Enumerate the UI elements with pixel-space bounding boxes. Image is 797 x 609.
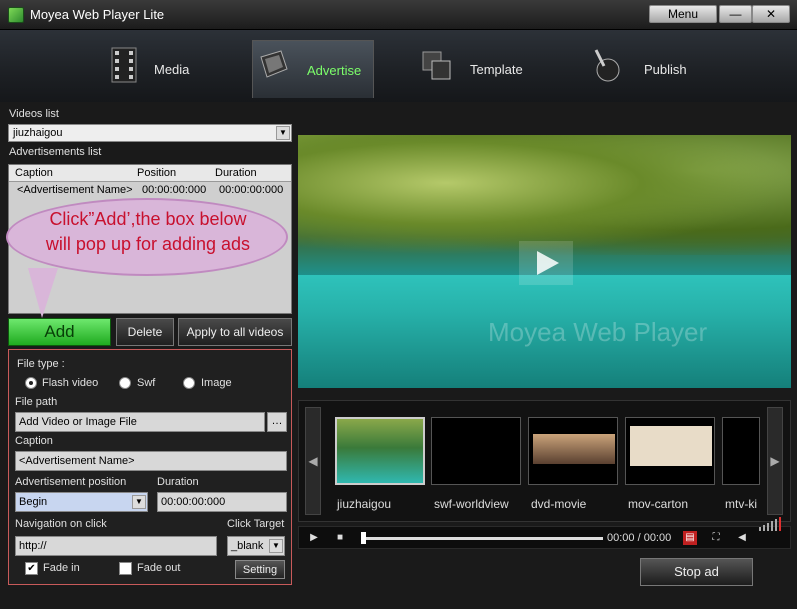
fade-in-label: Fade in (43, 562, 80, 574)
radio-flash-video-label: Flash video (42, 377, 99, 389)
caption-label: Caption (15, 435, 53, 447)
player-controls: ▶ ■ 00:00 / 00:00 ▤ ⛶ ◀ (298, 517, 791, 549)
thumb-label: jiuzhaigou (337, 497, 392, 511)
file-type-label: File type : (17, 358, 65, 370)
thumb-swf-worldview[interactable] (431, 417, 521, 485)
thumb-label: mtv-ki (725, 497, 757, 511)
video-frame-foliage (298, 135, 791, 255)
setting-button[interactable]: Setting (235, 560, 285, 579)
apply-all-button[interactable]: Apply to all videos (178, 318, 292, 346)
tab-media-label: Media (154, 62, 190, 77)
tab-advertise-label: Advertise (307, 63, 362, 78)
fade-out-label: Fade out (137, 562, 181, 574)
play-icon[interactable]: ▶ (307, 531, 321, 545)
callout-tail (28, 268, 58, 318)
tab-publish[interactable]: Publish (590, 40, 700, 98)
radio-flash-video[interactable] (25, 377, 37, 389)
column-position[interactable]: Position (137, 167, 176, 179)
click-target-select[interactable]: _blank ▼ (227, 536, 285, 556)
thumb-label: swf-worldview (434, 497, 509, 511)
video-preview[interactable]: Moyea Web Player (298, 135, 791, 388)
ads-table-header: Caption Position Duration (9, 165, 291, 182)
navigation-label: Navigation on click (15, 518, 107, 530)
row-caption: <Advertisement Name> (17, 184, 133, 196)
template-icon (422, 51, 451, 80)
thumb-jiuzhaigou[interactable] (335, 417, 425, 485)
stop-icon[interactable]: ■ (333, 531, 347, 545)
time-display: 00:00 / 00:00 (607, 532, 672, 544)
chevron-down-icon: ▼ (276, 126, 290, 140)
tab-template-label: Template (470, 62, 523, 77)
volume-icon[interactable]: ◀ (735, 531, 749, 545)
column-caption[interactable]: Caption (15, 167, 53, 179)
thumb-label: mov-carton (628, 497, 689, 511)
app-title: Moyea Web Player Lite (30, 7, 165, 22)
play-icon[interactable] (519, 241, 573, 285)
callout-line-2: will pop up for adding ads (45, 234, 251, 254)
ad-details-panel: File type : Flash video Swf Image File p… (8, 349, 292, 585)
chevron-left-icon[interactable]: ◀ (305, 407, 321, 515)
tab-template[interactable]: Template (420, 40, 540, 98)
add-button[interactable]: Add (8, 318, 111, 346)
chevron-down-icon: ▼ (269, 539, 283, 553)
position-select[interactable]: Begin ▼ (15, 492, 148, 512)
stop-ad-button[interactable]: Stop ad (640, 558, 753, 586)
nav-bar: Media Advertise Template Publish (0, 30, 797, 102)
radio-swf[interactable] (119, 377, 131, 389)
film-icon (111, 47, 137, 83)
title-bar: Moyea Web Player Lite Menu — ✕ (0, 0, 797, 30)
videos-list-select[interactable]: jiuzhaigou ▼ (8, 124, 292, 142)
browse-button[interactable]: … (267, 412, 287, 432)
thumb-mov-carton[interactable] (625, 417, 715, 485)
tab-media[interactable]: Media (108, 40, 218, 98)
position-label: Advertisement position (15, 476, 127, 488)
duration-label: Duration (157, 476, 199, 488)
tab-publish-label: Publish (644, 62, 687, 77)
delete-button[interactable]: Delete (116, 318, 174, 346)
click-target-value: _blank (231, 540, 264, 552)
menu-button[interactable]: Menu (649, 5, 717, 23)
column-duration[interactable]: Duration (215, 167, 257, 179)
radio-image[interactable] (183, 377, 195, 389)
fullscreen-icon[interactable]: ⛶ (709, 531, 723, 545)
fade-out-checkbox[interactable] (119, 562, 132, 575)
publish-icon (594, 49, 620, 82)
seek-bar[interactable] (363, 537, 603, 540)
chevron-right-icon[interactable]: ▶ (767, 407, 783, 515)
close-button[interactable]: ✕ (752, 5, 790, 23)
row-duration: 00:00:00:000 (219, 184, 284, 196)
caption-field[interactable]: <Advertisement Name> (15, 451, 287, 471)
playlist: ◀ ▶ jiuzhaigou swf-worldview dvd-movie m… (298, 400, 791, 522)
thumb-image (337, 419, 423, 483)
thumb-image (533, 434, 615, 464)
caption-icon[interactable]: ▤ (683, 531, 697, 545)
click-target-label: Click Target (227, 518, 285, 530)
seek-handle[interactable] (361, 532, 366, 544)
file-path-label: File path (15, 396, 58, 408)
file-path-field[interactable]: Add Video or Image File (15, 412, 265, 432)
callout-text: Click”Add’,the box below will pop up for… (10, 207, 286, 257)
position-value: Begin (19, 496, 48, 508)
minimize-button[interactable]: — (719, 5, 752, 23)
navigation-field[interactable]: http:// (15, 536, 217, 556)
videos-list-value: jiuzhaigou (13, 127, 63, 139)
radio-swf-label: Swf (137, 377, 156, 389)
thumb-label: dvd-movie (531, 497, 587, 511)
fade-in-checkbox[interactable]: ✔ (25, 562, 38, 575)
advertise-icon (260, 50, 288, 78)
tab-advertise[interactable]: Advertise (252, 40, 374, 98)
chevron-down-icon: ▼ (132, 495, 146, 509)
video-watermark: Moyea Web Player (488, 317, 708, 347)
radio-image-label: Image (201, 377, 232, 389)
thumb-image (630, 426, 712, 466)
app-icon (8, 7, 24, 23)
thumb-mtv-ki[interactable] (722, 417, 760, 485)
videos-list-label: Videos list (9, 108, 59, 120)
table-row[interactable]: <Advertisement Name> 00:00:00:000 00:00:… (9, 183, 291, 199)
ads-list-label: Advertisements list (9, 146, 102, 158)
row-position: 00:00:00:000 (142, 184, 207, 196)
duration-field[interactable]: 00:00:00:000 (157, 492, 287, 512)
callout-line-1: Click”Add’,the box below (49, 209, 247, 229)
thumb-dvd-movie[interactable] (528, 417, 618, 485)
